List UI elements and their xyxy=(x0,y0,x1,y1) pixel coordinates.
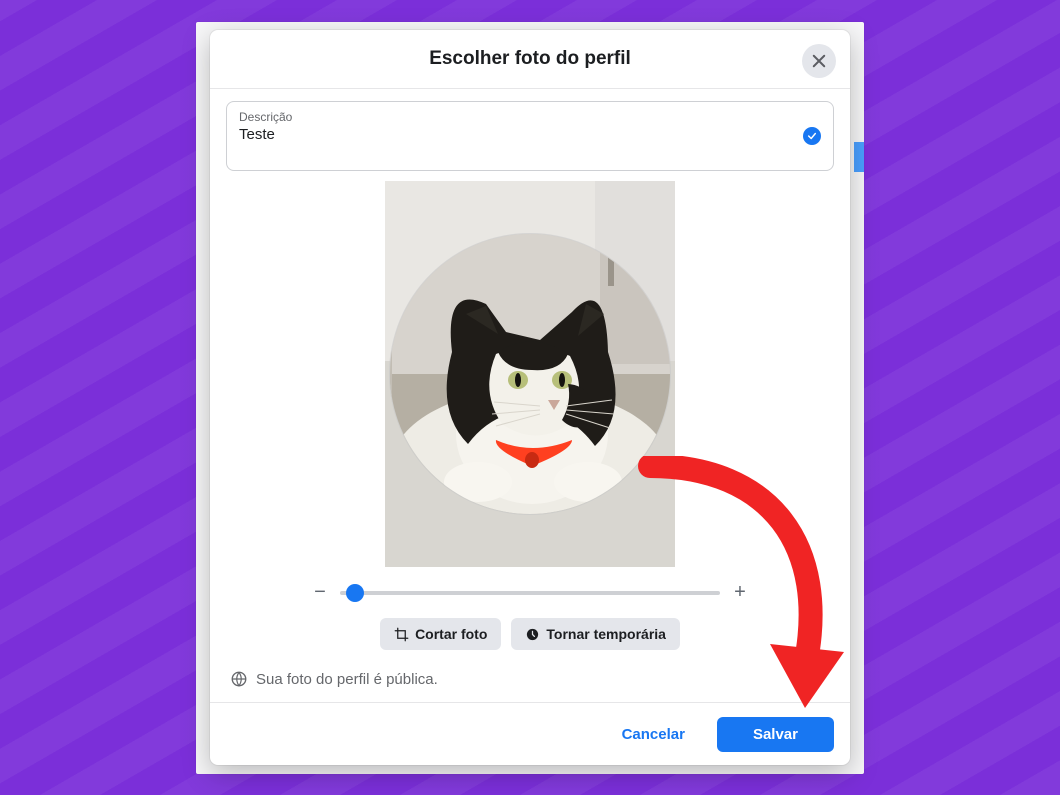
globe-icon xyxy=(230,670,248,688)
cancel-button[interactable]: Cancelar xyxy=(598,718,709,751)
zoom-out-icon[interactable]: − xyxy=(312,581,328,604)
modal-body: Descrição xyxy=(210,89,850,702)
description-input[interactable] xyxy=(239,126,789,143)
photo-crop-circle xyxy=(390,234,670,514)
zoom-slider-row: − + xyxy=(226,567,834,612)
photo-tools-row: Cortar foto Tornar temporária xyxy=(226,612,834,664)
photo-preview[interactable] xyxy=(385,181,675,567)
description-label: Descrição xyxy=(239,110,789,124)
underlying-page-accent xyxy=(854,142,864,172)
description-valid-badge xyxy=(803,127,821,145)
crop-photo-button[interactable]: Cortar foto xyxy=(380,618,501,650)
crop-photo-label: Cortar foto xyxy=(415,626,487,642)
photo-crop-content xyxy=(390,234,670,514)
modal-footer: Cancelar Salvar xyxy=(210,702,850,765)
zoom-slider-thumb[interactable] xyxy=(346,584,364,602)
profile-photo-modal: Escolher foto do perfil Descrição xyxy=(210,30,850,765)
zoom-slider-track xyxy=(340,591,720,595)
modal-title: Escolher foto do perfil xyxy=(429,48,631,70)
crop-icon xyxy=(394,627,409,642)
zoom-slider[interactable] xyxy=(340,583,720,603)
make-temporary-button[interactable]: Tornar temporária xyxy=(511,618,680,650)
public-notice-text: Sua foto do perfil é pública. xyxy=(256,671,438,688)
public-notice: Sua foto do perfil é pública. xyxy=(226,664,834,702)
description-field[interactable]: Descrição xyxy=(226,101,834,171)
zoom-in-icon[interactable]: + xyxy=(732,581,748,604)
make-temporary-label: Tornar temporária xyxy=(546,626,666,642)
save-button[interactable]: Salvar xyxy=(717,717,834,752)
clock-icon xyxy=(525,627,540,642)
close-icon xyxy=(810,52,828,70)
modal-header: Escolher foto do perfil xyxy=(210,30,850,89)
close-button[interactable] xyxy=(802,44,836,78)
check-icon xyxy=(807,131,817,141)
